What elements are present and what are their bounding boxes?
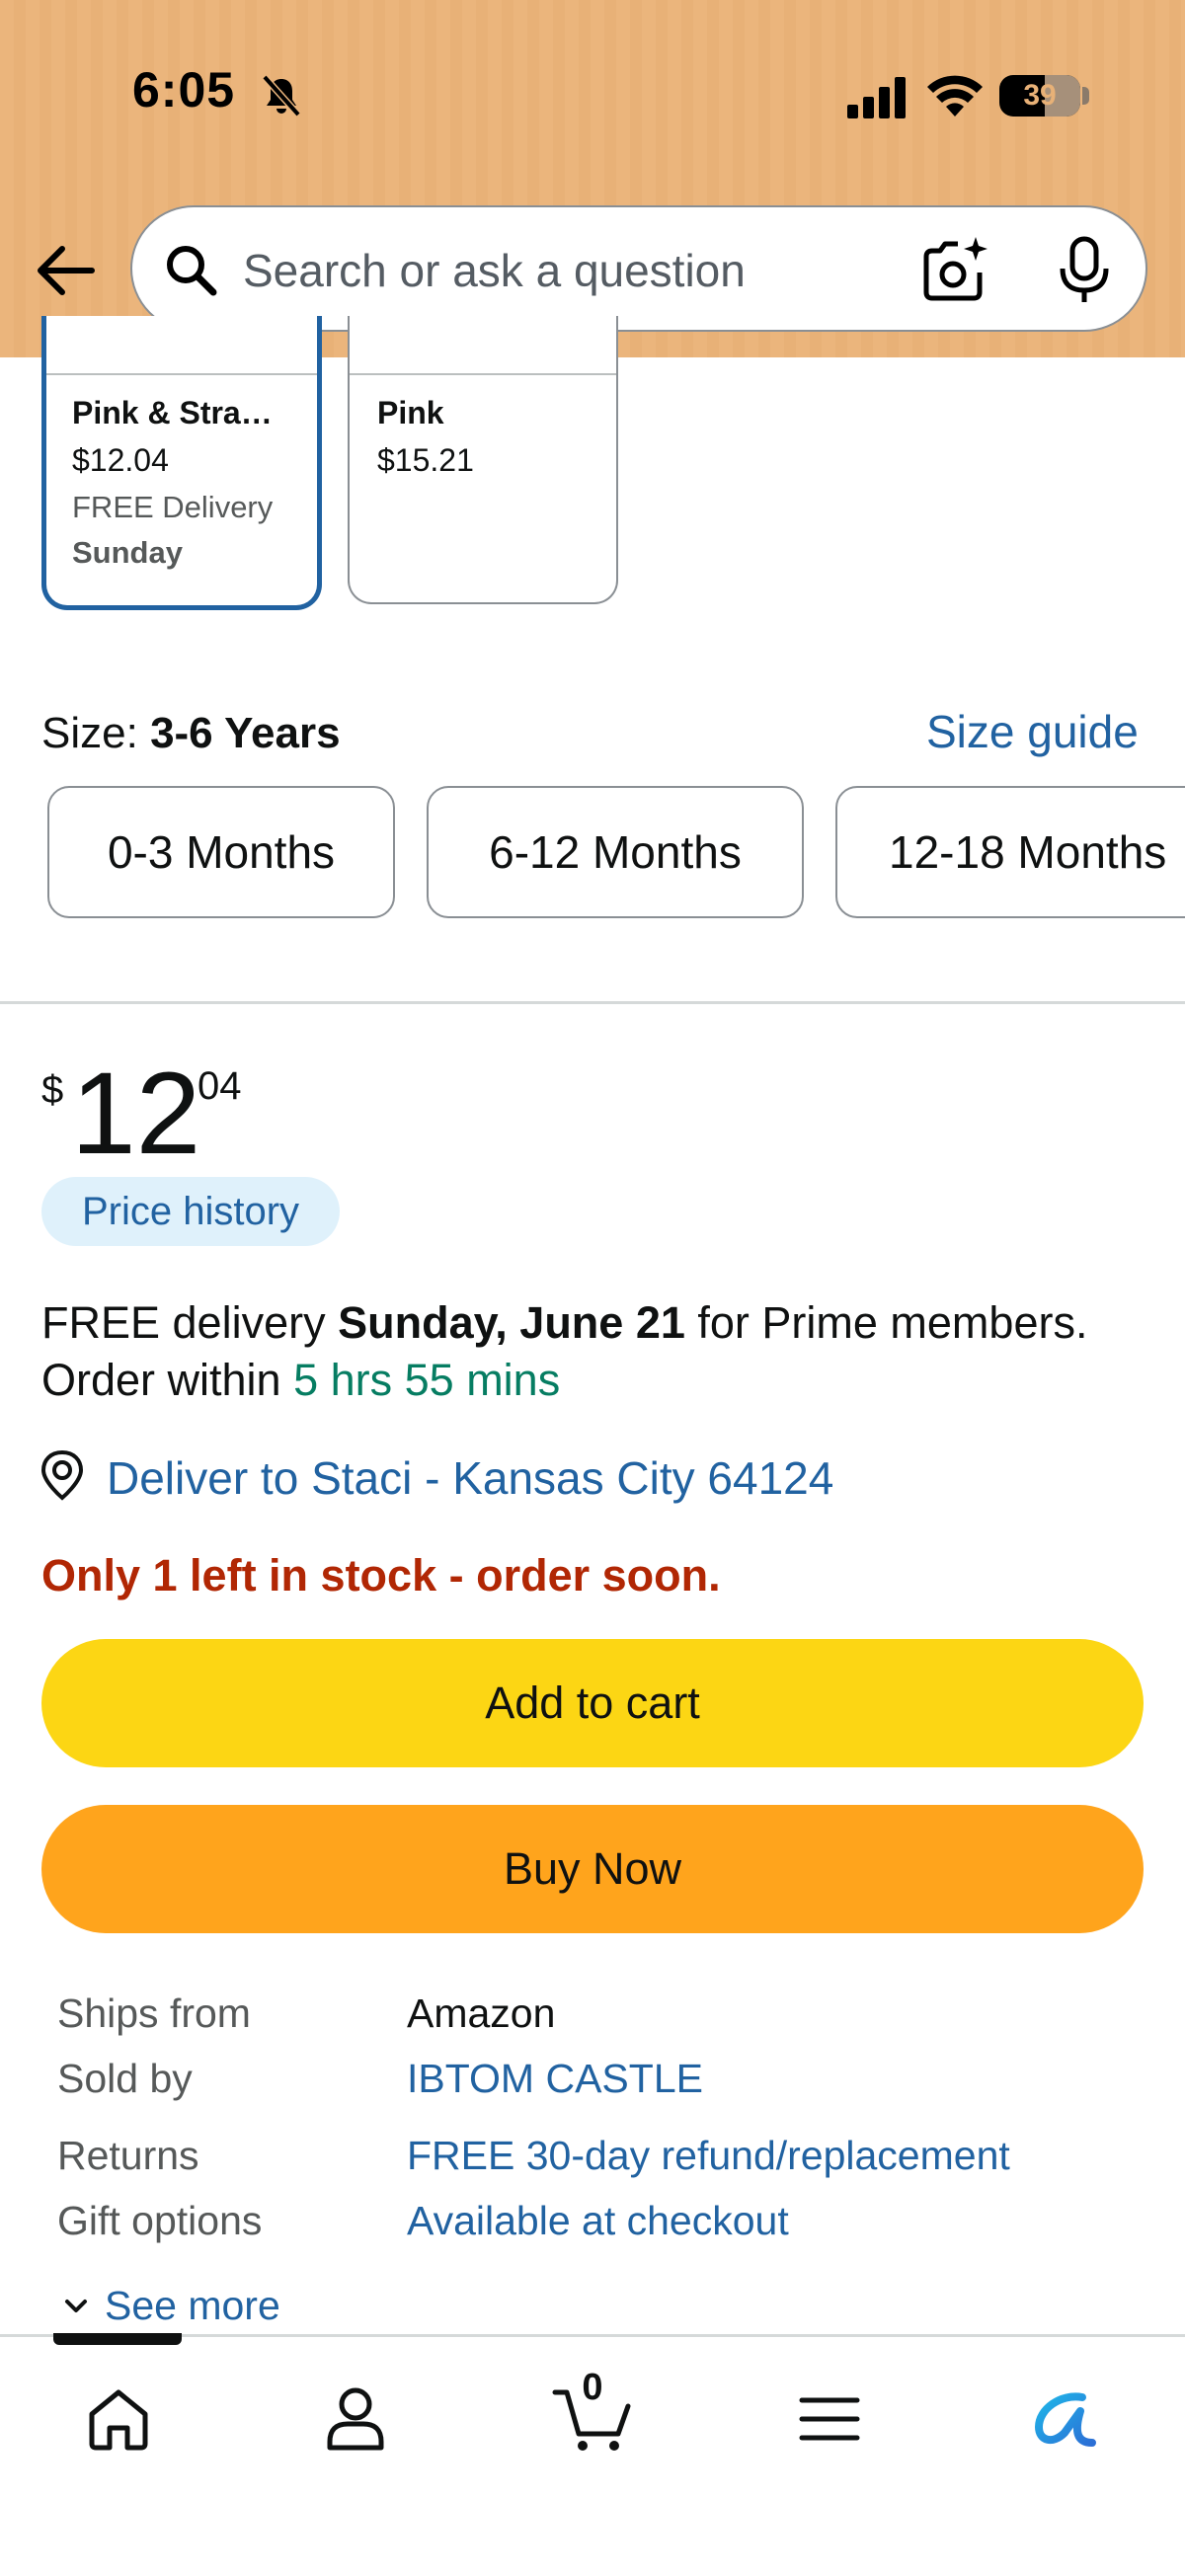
variant-name: Pink & Stra… — [72, 395, 273, 430]
price-fraction: 04 — [198, 1064, 242, 1108]
variant-delivery-day: Sunday — [72, 535, 183, 570]
menu-icon — [799, 2397, 860, 2441]
deliver-to-link[interactable]: Deliver to Staci - Kansas City 64124 — [107, 1451, 833, 1505]
size-guide-link[interactable]: Size guide — [926, 705, 1139, 758]
selected-size: 3-6 Years — [150, 709, 341, 757]
price-whole: 12 — [71, 1049, 201, 1179]
variant-delivery: FREE Delivery — [72, 490, 274, 524]
gift-options-label: Gift options — [57, 2198, 263, 2243]
size-label: Size: 3-6 Years — [41, 709, 341, 757]
price-currency: $ — [41, 1068, 64, 1112]
battery-icon: 39 — [999, 75, 1080, 117]
size-option[interactable]: 0-3 Months — [47, 786, 395, 918]
account-icon — [327, 2387, 384, 2451]
location-pin-icon — [40, 1449, 84, 1501]
cart-count: 0 — [582, 2367, 603, 2408]
sold-by-link[interactable]: IBTOM CASTLE — [407, 2056, 703, 2102]
stock-status: Only 1 left in stock - order soon. — [41, 1550, 721, 1600]
nav-account[interactable] — [306, 2375, 405, 2463]
gift-options-link[interactable]: Available at checkout — [407, 2198, 789, 2244]
nav-cart[interactable]: 0 — [543, 2367, 642, 2463]
color-variant-selected[interactable]: Pink & Stra… $12.04 FREE Delivery Sunday — [41, 316, 322, 610]
home-icon — [89, 2389, 148, 2451]
price-history-button[interactable]: Price history — [41, 1177, 340, 1246]
nav-rufus[interactable] — [1017, 2375, 1116, 2463]
header: 6:05 39 — [0, 0, 1185, 357]
order-countdown: Order within 5 hrs 55 mins — [41, 1355, 561, 1405]
search-icon — [167, 246, 217, 296]
camera-search-icon[interactable] — [918, 235, 989, 306]
divider — [0, 1001, 1185, 1004]
delivery-info: FREE delivery Sunday, June 21 for Prime … — [41, 1297, 1088, 1348]
battery-level: 39 — [1023, 79, 1057, 112]
rufus-ai-icon — [1035, 2392, 1096, 2447]
bottom-nav: 0 — [0, 2333, 1185, 2576]
ships-from-value: Amazon — [407, 1991, 556, 2036]
search-input[interactable] — [243, 237, 1013, 304]
size-option[interactable]: 6-12 Months — [427, 786, 804, 918]
add-to-cart-button[interactable]: Add to cart — [41, 1639, 1144, 1767]
size-option[interactable]: 12-18 Months — [835, 786, 1185, 918]
cellular-signal-icon — [847, 77, 906, 118]
back-button[interactable] — [32, 237, 99, 304]
back-arrow-icon — [38, 246, 95, 295]
countdown-time: 5 hrs 55 mins — [293, 1355, 561, 1405]
variant-price: $12.04 — [72, 442, 169, 478]
wifi-icon — [927, 75, 983, 117]
bell-muted-icon — [262, 74, 301, 117]
variant-name: Pink — [377, 395, 444, 430]
delivery-date: Sunday, June 21 — [338, 1297, 685, 1348]
color-variant[interactable]: Pink $15.21 — [348, 316, 618, 604]
nav-menu[interactable] — [780, 2375, 879, 2463]
chevron-down-icon — [65, 2299, 87, 2312]
nav-home[interactable] — [69, 2375, 168, 2463]
buy-now-button[interactable]: Buy Now — [41, 1805, 1144, 1933]
returns-label: Returns — [57, 2133, 199, 2178]
sold-by-label: Sold by — [57, 2056, 193, 2101]
microphone-icon[interactable] — [1053, 235, 1116, 306]
returns-link[interactable]: FREE 30-day refund/replacement — [407, 2133, 1010, 2179]
active-tab-indicator — [53, 2333, 182, 2345]
variant-price: $15.21 — [377, 442, 474, 478]
search-bar[interactable] — [130, 205, 1147, 332]
see-more-link[interactable]: See more — [61, 2283, 280, 2329]
ships-from-label: Ships from — [57, 1991, 251, 2036]
status-time: 6:05 — [132, 62, 236, 117]
